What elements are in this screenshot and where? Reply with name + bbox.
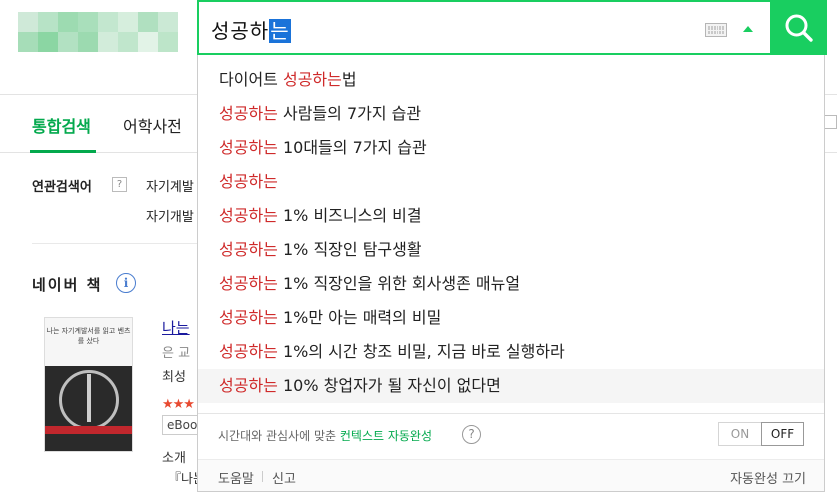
context-autocomplete-text: 시간대와 관심사에 맞춘 컨텍스트 자동완성: [218, 427, 432, 444]
autocomplete-off-link[interactable]: 자동완성 끄기: [730, 468, 806, 487]
book-intro-label: 소개: [162, 451, 186, 466]
autocomplete-item[interactable]: 성공하는 10대들의 7가지 습관: [198, 131, 824, 165]
search-button[interactable]: [770, 0, 827, 55]
context-description: 시간대와 관심사에 맞춘: [218, 429, 340, 443]
related-help-icon[interactable]: ?: [112, 177, 127, 192]
autocomplete-item[interactable]: 성공하는 1%의 시간 창조 비밀, 지금 바로 실행하라: [198, 335, 824, 369]
suggestion-suffix: 1% 비즈니스의 비결: [277, 206, 422, 225]
suggestion-match: 성공하는: [219, 376, 278, 395]
suggestion-match: 성공하는: [219, 138, 278, 157]
suggestion-suffix: 1%의 시간 창조 비밀, 지금 바로 실행하라: [277, 342, 565, 361]
suggestion-suffix: 1%만 아는 매력의 비밀: [277, 308, 442, 327]
search-query-text: 성공하: [211, 19, 270, 43]
logo-blurred[interactable]: [18, 12, 178, 52]
suggestion-suffix: 10% 창업자가 될 자신이 없다면: [277, 376, 501, 395]
report-link[interactable]: 신고: [272, 468, 296, 487]
context-help-icon[interactable]: ?: [462, 425, 481, 444]
suggestion-match: 성공하는: [219, 206, 278, 225]
suggestion-suffix: 법: [341, 70, 357, 89]
suggestion-match: 성공하는: [219, 274, 278, 293]
related-search-item[interactable]: 자기개발: [146, 206, 194, 225]
search-query-selection: 는: [269, 19, 291, 43]
suggestion-suffix: 1% 직장인을 위한 회사생존 매뉴얼: [277, 274, 521, 293]
search-input[interactable]: 성공하는: [211, 15, 291, 44]
toggle-off-button[interactable]: OFF: [761, 422, 804, 446]
autocomplete-item[interactable]: 다이어트 성공하는법: [198, 63, 824, 97]
suggestion-match: 성공하는: [219, 308, 278, 327]
autocomplete-item[interactable]: 성공하는: [198, 165, 824, 199]
tab-integrated-search[interactable]: 통합검색: [32, 113, 91, 137]
toggle-on-button[interactable]: ON: [719, 423, 761, 445]
help-link[interactable]: 도움말: [218, 468, 254, 487]
suggestion-match: 성공하는: [219, 240, 278, 259]
rating-stars: ★★★: [162, 397, 195, 412]
cover-band: [45, 426, 132, 434]
book-section-title: 네이버 책: [32, 276, 103, 294]
autocomplete-list: 다이어트 성공하는법 성공하는 사람들의 7가지 습관 성공하는 10대들의 7…: [198, 63, 824, 403]
autocomplete-panel: 다이어트 성공하는법 성공하는 사람들의 7가지 습관 성공하는 10대들의 7…: [197, 55, 825, 492]
book-cover-title: 나는 자기계발서를 읽고 벤츠를 샀다: [45, 318, 132, 366]
active-tab-indicator: [30, 150, 96, 153]
suggestion-match: 성공하는: [219, 104, 278, 123]
autocomplete-item[interactable]: 성공하는 1%만 아는 매력의 비밀: [198, 301, 824, 335]
search-input-box[interactable]: 성공하는: [197, 0, 770, 55]
suggestion-match: 성공하는: [219, 342, 278, 361]
search-icon: [785, 14, 813, 42]
link-separator: [262, 471, 263, 482]
book-title-link[interactable]: 나는: [162, 317, 190, 338]
keyboard-icon[interactable]: [705, 23, 727, 37]
suggestion-prefix: 다이어트: [219, 70, 283, 89]
context-autocomplete-bar: 시간대와 관심사에 맞춘 컨텍스트 자동완성 ? ON OFF: [198, 413, 824, 459]
tab-more-icon[interactable]: [823, 115, 837, 129]
emblem-star-icon: [87, 374, 91, 422]
book-subtitle: 은 교: [162, 346, 191, 361]
suggestion-match: 성공하는: [282, 70, 342, 89]
book-author: 최성: [162, 370, 186, 385]
context-toggle[interactable]: ON OFF: [718, 422, 804, 446]
book-cover[interactable]: 나는 자기계발서를 읽고 벤츠를 샀다: [44, 317, 133, 452]
context-autocomplete-link[interactable]: 컨텍스트 자동완성: [340, 429, 432, 443]
related-search-item[interactable]: 자기계발: [146, 176, 194, 195]
autocomplete-item[interactable]: 성공하는 1% 비즈니스의 비결: [198, 199, 824, 233]
autocomplete-item[interactable]: 성공하는 1% 직장인 탐구생활: [198, 233, 824, 267]
info-icon[interactable]: i: [116, 273, 136, 293]
autocomplete-bottom-bar: 도움말 신고 자동완성 끄기: [198, 459, 824, 491]
suggestion-suffix: 1% 직장인 탐구생활: [277, 240, 422, 259]
autocomplete-collapse-icon[interactable]: [743, 26, 753, 32]
autocomplete-item[interactable]: 성공하는 1% 직장인을 위한 회사생존 매뉴얼: [198, 267, 824, 301]
suggestion-suffix: 사람들의 7가지 습관: [277, 104, 422, 123]
autocomplete-item-highlighted[interactable]: 성공하는 10% 창업자가 될 자신이 없다면: [198, 369, 824, 403]
autocomplete-item[interactable]: 성공하는 사람들의 7가지 습관: [198, 97, 824, 131]
section-divider: [32, 243, 198, 244]
suggestion-match: 성공하는: [219, 172, 278, 191]
related-searches-label: 연관검색어: [32, 180, 92, 195]
suggestion-suffix: 10대들의 7가지 습관: [277, 138, 427, 157]
tab-dictionary[interactable]: 어학사전: [123, 113, 182, 137]
